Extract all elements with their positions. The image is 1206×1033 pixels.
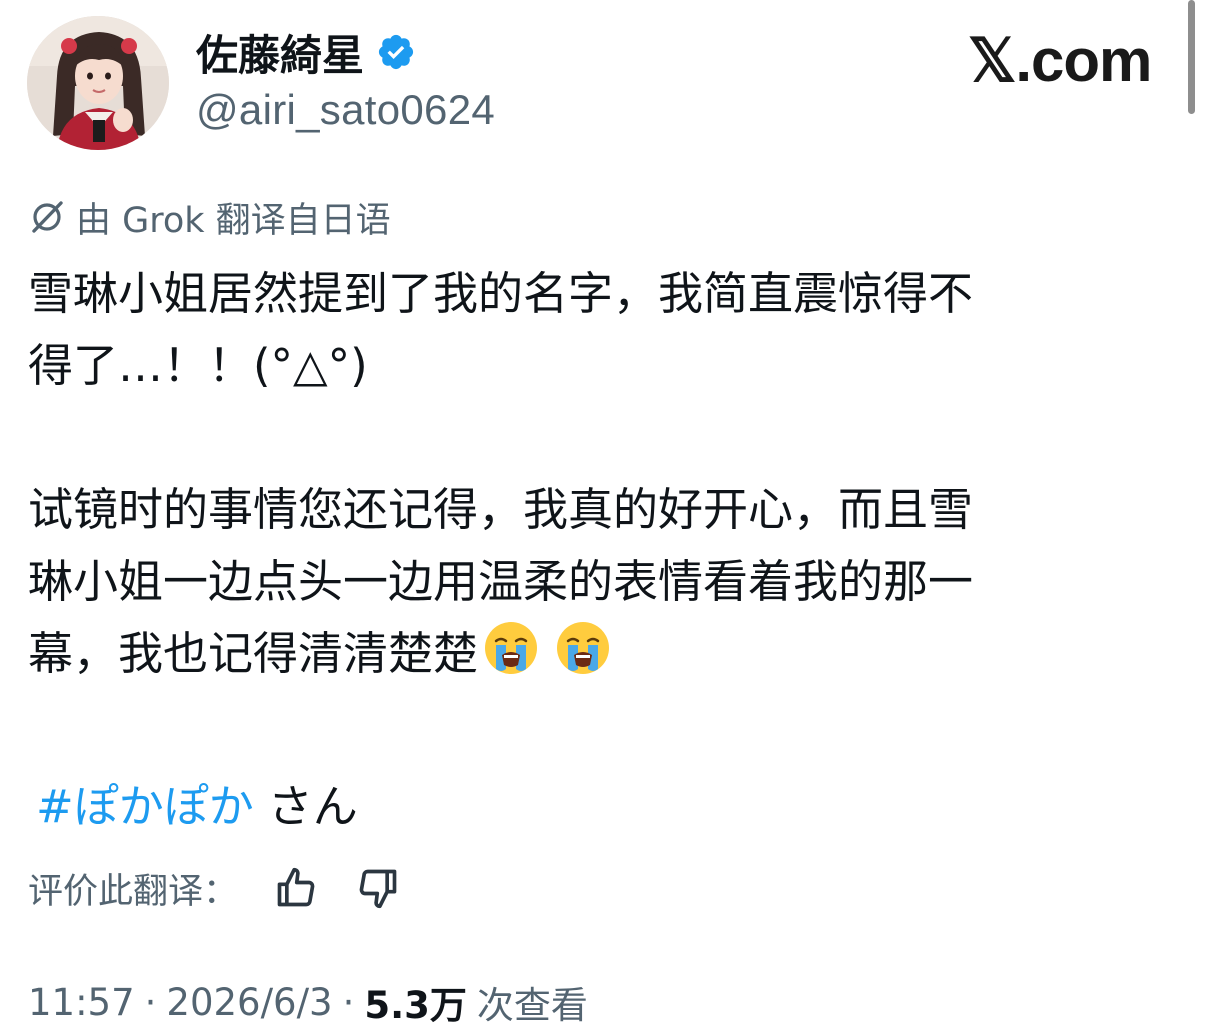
tweet-time[interactable]: 11:57: [28, 981, 135, 1024]
tweet-line: 幕，我也记得清清楚楚: [28, 627, 479, 680]
profile-photo: [27, 16, 169, 150]
tweet-line: 试镜时的事情您还记得，我真的好开心，而且雪: [28, 483, 974, 536]
rate-translation: 评价此翻译：: [28, 860, 402, 916]
verified-badge-icon: [378, 34, 414, 70]
views-count[interactable]: 5.3万: [364, 975, 467, 1029]
scrollbar[interactable]: [1188, 0, 1195, 114]
loudly-crying-face-icon: [557, 622, 610, 674]
rate-translation-label: 评价此翻译：: [28, 871, 239, 912]
avatar[interactable]: [27, 16, 169, 150]
tweet-line-with-emoji: 幕，我也记得清清楚楚: [28, 618, 1188, 690]
thumbs-up-button[interactable]: [272, 864, 320, 912]
author-handle[interactable]: @airi_sato0624: [196, 86, 495, 134]
display-name[interactable]: 佐藤綺星: [196, 22, 364, 83]
x-logo: 𝕏.com: [968, 27, 1152, 94]
views-label: 次查看: [476, 984, 588, 1027]
translation-label: 由 Grok 翻译自日语: [76, 200, 391, 241]
tweet-meta: 11:57 · 2026/6/3 · 5.3万 次查看: [28, 974, 588, 1030]
hashtag-line: #ぽかぽか さん: [36, 770, 358, 835]
thumbs-up-icon: [277, 867, 315, 907]
thumbs-down-button[interactable]: [354, 864, 402, 912]
author-name-row[interactable]: 佐藤綺星: [196, 22, 416, 82]
meta-separator: ·: [144, 980, 157, 1024]
thumbs-down-icon: [359, 869, 397, 909]
hashtag-suffix: さん: [267, 780, 358, 833]
tweet-line: 得了…！！(°△°): [28, 339, 368, 392]
tweet-text: 雪琳小姐居然提到了我的名字，我简直震惊得不 得了…！！(°△°) 试镜时的事情您…: [28, 258, 1188, 690]
loudly-crying-face-icon: [485, 622, 538, 674]
translation-note: 由 Grok 翻译自日语: [28, 192, 391, 242]
meta-separator: ·: [342, 980, 355, 1024]
hashtag-link[interactable]: #ぽかぽか: [36, 780, 254, 833]
tweet-date[interactable]: 2026/6/3: [166, 981, 332, 1024]
grok-icon: [32, 201, 63, 233]
tweet-line: 雪琳小姐居然提到了我的名字，我简直震惊得不: [28, 267, 974, 320]
tweet-line: 琳小姐一边点头一边用温柔的表情看着我的那一: [28, 555, 974, 608]
